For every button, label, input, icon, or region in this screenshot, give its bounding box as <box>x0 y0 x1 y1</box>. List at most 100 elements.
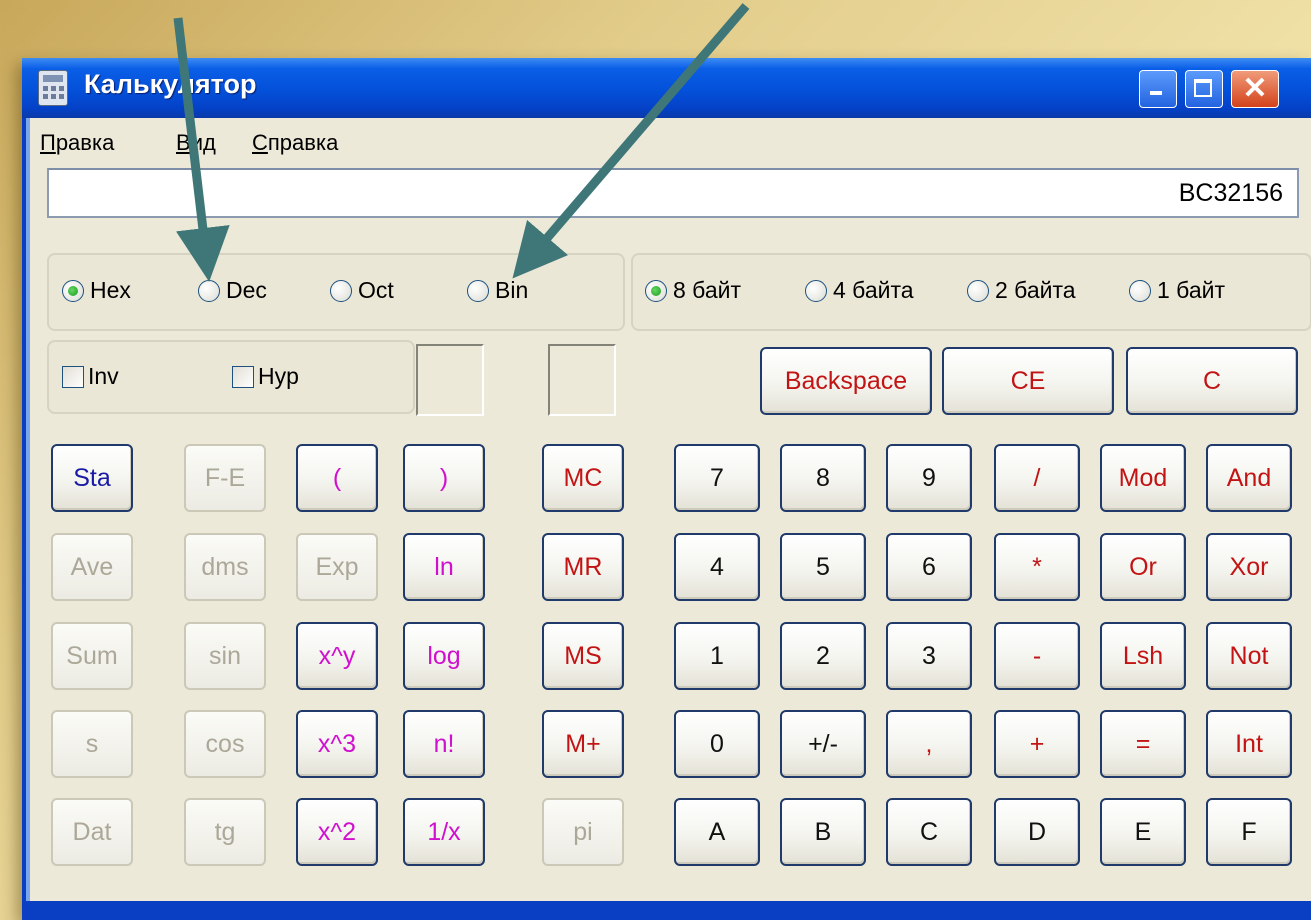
key-7-button[interactable]: 7 <box>674 444 760 512</box>
key-tg-button[interactable]: tg <box>184 798 266 866</box>
close-icon: ✕ <box>1242 72 1268 105</box>
key-sum-button[interactable]: Sum <box>51 622 133 690</box>
key-equals-button[interactable]: = <box>1100 710 1186 778</box>
key-a-button[interactable]: A <box>674 798 760 866</box>
key-4-button[interactable]: 4 <box>674 533 760 601</box>
checkbox-inv-box <box>62 365 84 388</box>
title-bar[interactable]: Калькулятор ✕ <box>22 58 1311 118</box>
checkbox-inv[interactable]: Inv <box>62 363 119 390</box>
inv-hyp-group: Inv Hyp <box>47 340 415 414</box>
menu-help-label: правка <box>267 130 339 155</box>
key-ave-button[interactable]: Ave <box>51 533 133 601</box>
key-exp-button[interactable]: Exp <box>296 533 378 601</box>
key-pi-button[interactable]: pi <box>542 798 624 866</box>
key-xor-button[interactable]: Xor <box>1206 533 1292 601</box>
checkbox-hyp[interactable]: Hyp <box>232 363 299 390</box>
key-2-button[interactable]: 2 <box>780 622 866 690</box>
menu-help[interactable]: Справка <box>252 130 338 156</box>
key-mod-button[interactable]: Mod <box>1100 444 1186 512</box>
word-size-group: 8 байт 4 байта 2 байта 1 байт <box>631 253 1311 331</box>
radio-dec-dot <box>198 279 220 302</box>
key-divide-button[interactable]: / <box>994 444 1080 512</box>
key-x-pow-3-button[interactable]: x^3 <box>296 710 378 778</box>
key-1-over-x-button[interactable]: 1/x <box>403 798 485 866</box>
key-d-button[interactable]: D <box>994 798 1080 866</box>
key-cos-button[interactable]: cos <box>184 710 266 778</box>
radio-oct-label: Oct <box>358 277 394 303</box>
key-log-button[interactable]: log <box>403 622 485 690</box>
key-multiply-button[interactable]: * <box>994 533 1080 601</box>
key-x-pow-2-button[interactable]: x^2 <box>296 798 378 866</box>
backspace-button[interactable]: Backspace <box>760 347 932 415</box>
key-sta-button[interactable]: Sta <box>51 444 133 512</box>
key-0-button[interactable]: 0 <box>674 710 760 778</box>
radio-2-bytes[interactable]: 2 байта <box>967 277 1076 304</box>
key-not-button[interactable]: Not <box>1206 622 1292 690</box>
key-sign-button[interactable]: +/- <box>780 710 866 778</box>
key-9-button[interactable]: 9 <box>886 444 972 512</box>
key-f-e-button[interactable]: F-E <box>184 444 266 512</box>
ce-button[interactable]: CE <box>942 347 1114 415</box>
radio-hex-label: Hex <box>90 277 131 303</box>
key-dat-button[interactable]: Dat <box>51 798 133 866</box>
maximize-button[interactable] <box>1185 70 1223 108</box>
radio-oct[interactable]: Oct <box>330 277 394 304</box>
checkbox-hyp-box <box>232 365 254 388</box>
key-6-button[interactable]: 6 <box>886 533 972 601</box>
menu-view-label: ид <box>190 130 216 155</box>
calculator-icon <box>38 70 68 106</box>
key-ms-button[interactable]: MS <box>542 622 624 690</box>
parenthesis-indicator <box>416 344 484 416</box>
radio-bin[interactable]: Bin <box>467 277 528 304</box>
key-or-button[interactable]: Or <box>1100 533 1186 601</box>
window-title: Калькулятор <box>84 69 257 99</box>
close-button[interactable]: ✕ <box>1231 70 1279 108</box>
menu-view[interactable]: Вид <box>176 130 216 156</box>
key-and-button[interactable]: And <box>1206 444 1292 512</box>
menu-edit-label: равка <box>55 130 115 155</box>
radio-8-bytes-dot <box>645 279 667 302</box>
window-bottom-frame <box>22 901 1311 920</box>
menu-view-mnemonic: В <box>176 130 191 155</box>
key-c-button[interactable]: C <box>886 798 972 866</box>
key-b-button[interactable]: B <box>780 798 866 866</box>
radio-2-bytes-label: 2 байта <box>995 277 1076 303</box>
menu-edit[interactable]: Правка <box>40 130 114 156</box>
key-mc-button[interactable]: MC <box>542 444 624 512</box>
key-decimal-button[interactable]: , <box>886 710 972 778</box>
minimize-button[interactable] <box>1139 70 1177 108</box>
radio-dec-label: Dec <box>226 277 267 303</box>
key-5-button[interactable]: 5 <box>780 533 866 601</box>
key-sin-button[interactable]: sin <box>184 622 266 690</box>
key-open-paren-button[interactable]: ( <box>296 444 378 512</box>
radio-bin-dot <box>467 279 489 302</box>
key-close-paren-button[interactable]: ) <box>403 444 485 512</box>
key-mr-button[interactable]: MR <box>542 533 624 601</box>
key-dms-button[interactable]: dms <box>184 533 266 601</box>
radio-1-byte[interactable]: 1 байт <box>1129 277 1225 304</box>
c-button[interactable]: C <box>1126 347 1298 415</box>
key-1-button[interactable]: 1 <box>674 622 760 690</box>
radio-hex[interactable]: Hex <box>62 277 131 304</box>
key-lsh-button[interactable]: Lsh <box>1100 622 1186 690</box>
radio-8-bytes[interactable]: 8 байт <box>645 277 741 304</box>
radio-dec[interactable]: Dec <box>198 277 267 304</box>
key-minus-button[interactable]: - <box>994 622 1080 690</box>
number-system-group: Hex Dec Oct Bin <box>47 253 625 331</box>
display-field[interactable]: BC32156 <box>47 168 1299 218</box>
key-3-button[interactable]: 3 <box>886 622 972 690</box>
radio-4-bytes[interactable]: 4 байта <box>805 277 914 304</box>
key-s-button[interactable]: s <box>51 710 133 778</box>
minimize-icon <box>1150 91 1162 95</box>
key-int-button[interactable]: Int <box>1206 710 1292 778</box>
key-x-pow-y-button[interactable]: x^y <box>296 622 378 690</box>
key-e-button[interactable]: E <box>1100 798 1186 866</box>
radio-oct-dot <box>330 279 352 302</box>
key-plus-button[interactable]: + <box>994 710 1080 778</box>
key-n-fact-button[interactable]: n! <box>403 710 485 778</box>
key-m-button[interactable]: M+ <box>542 710 624 778</box>
key-f-button[interactable]: F <box>1206 798 1292 866</box>
radio-8-bytes-label: 8 байт <box>673 277 742 303</box>
key-ln-button[interactable]: ln <box>403 533 485 601</box>
key-8-button[interactable]: 8 <box>780 444 866 512</box>
